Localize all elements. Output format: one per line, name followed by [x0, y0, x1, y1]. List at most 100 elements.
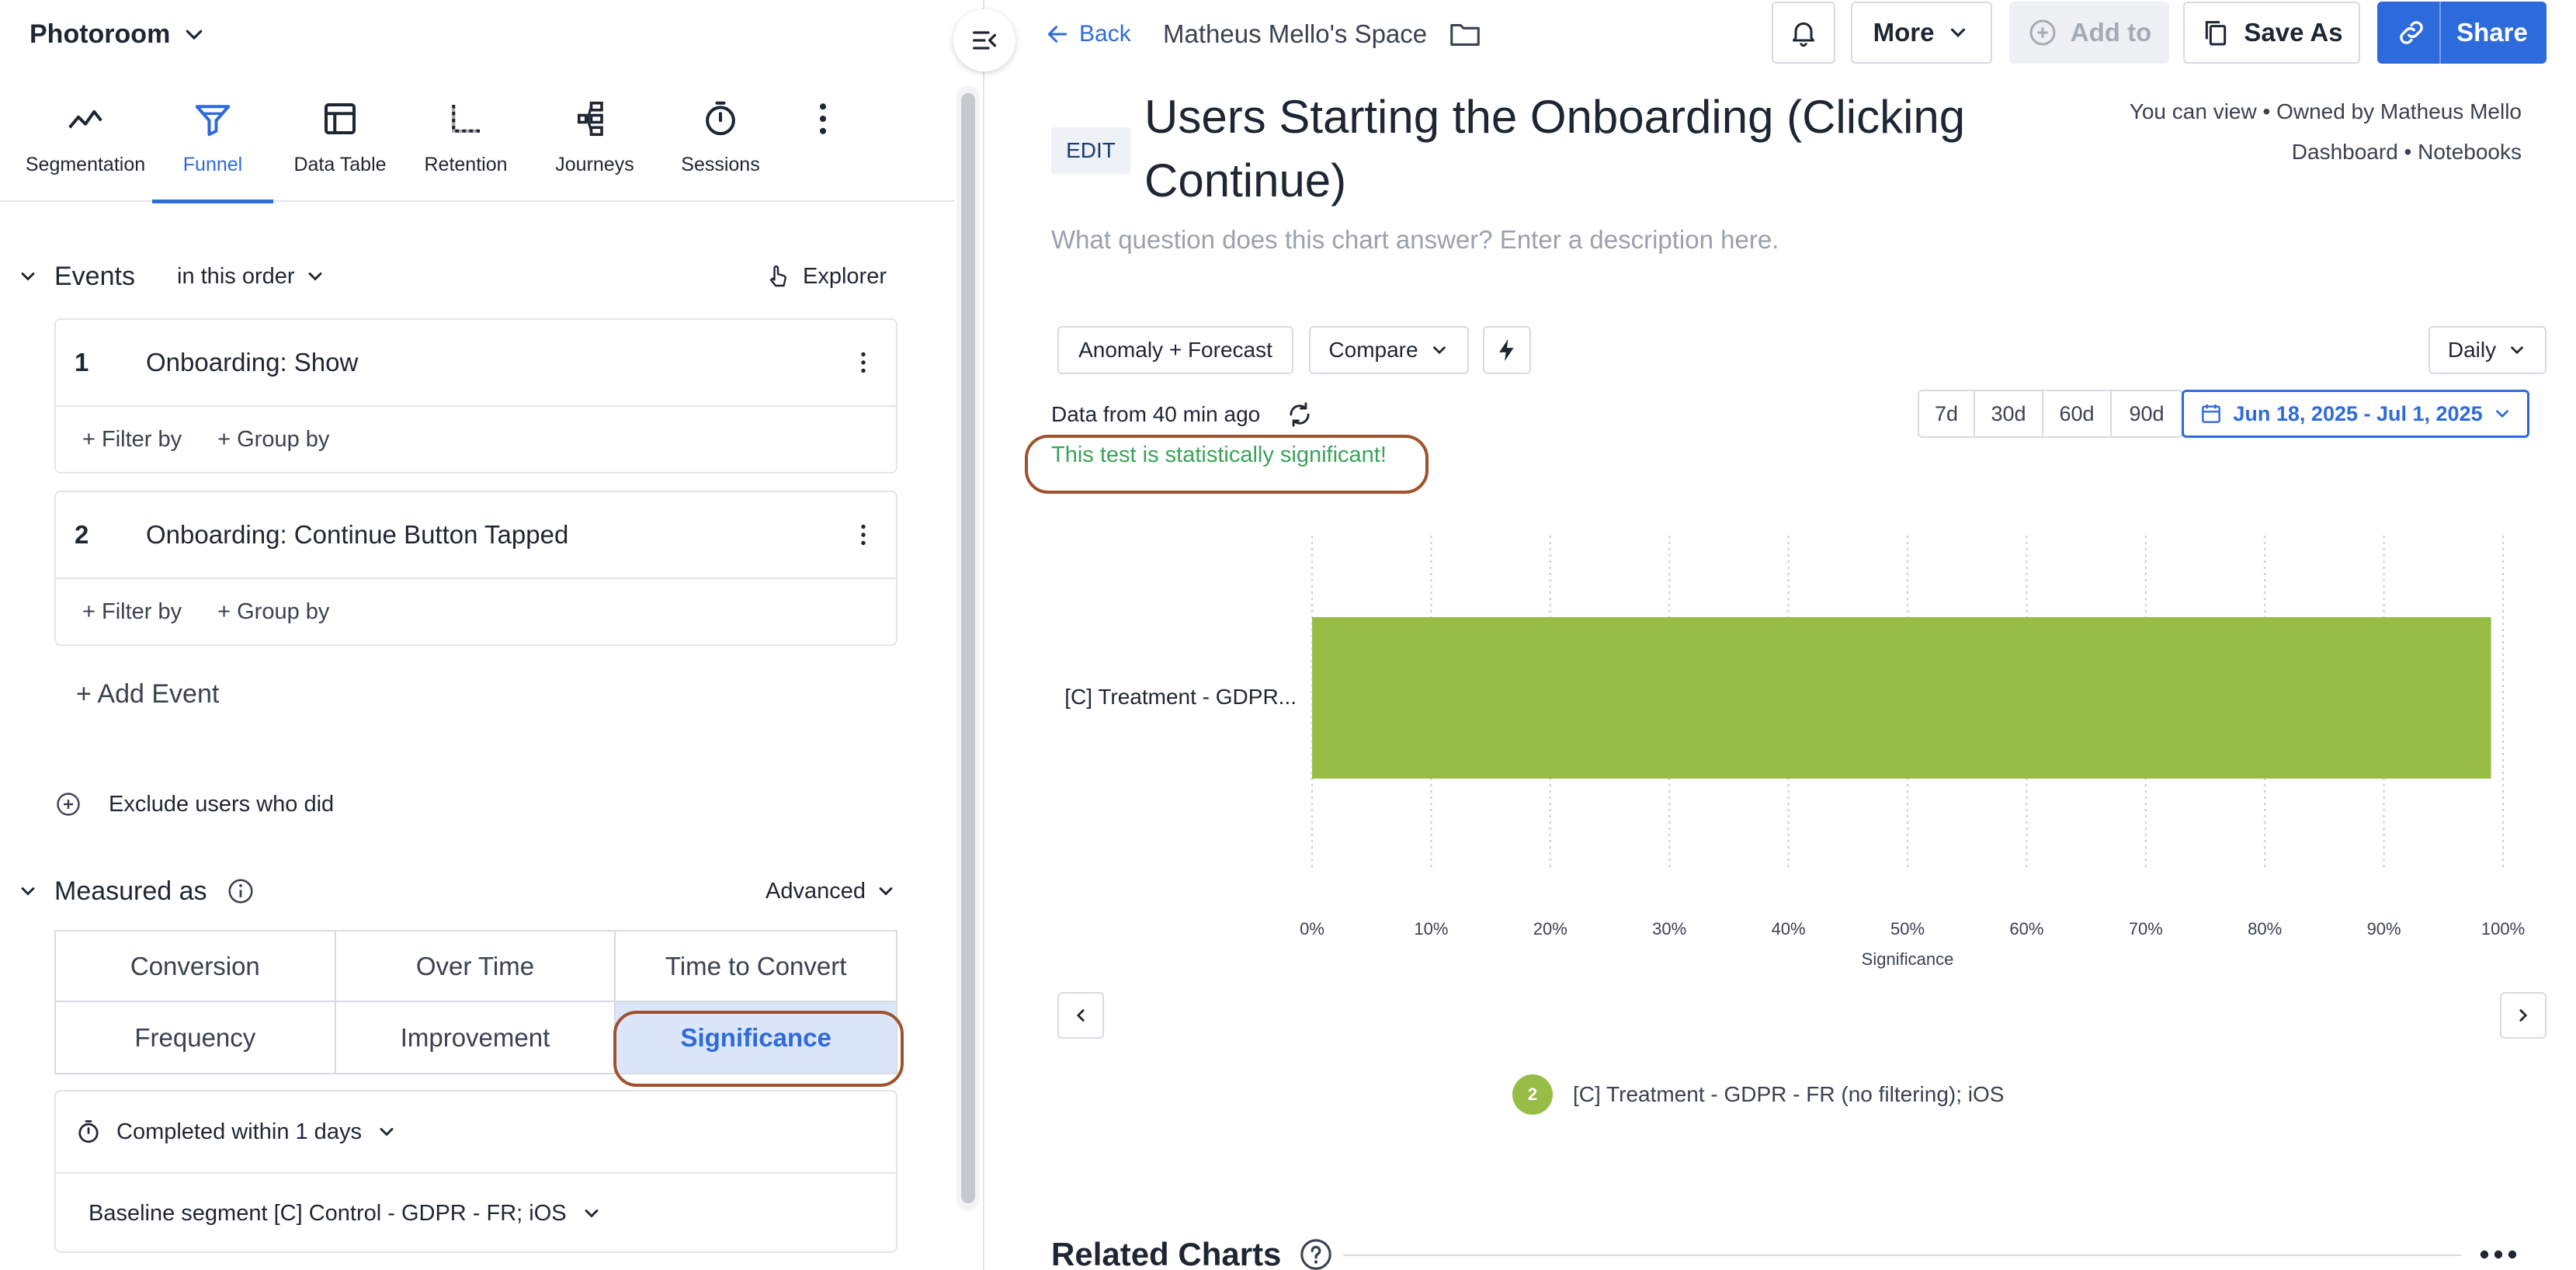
more-label: More — [1873, 18, 1935, 47]
chart-next-button[interactable] — [2500, 992, 2546, 1039]
description-input[interactable]: What question does this chart answer? En… — [1051, 225, 1779, 255]
tab-retention[interactable]: Retention — [411, 85, 520, 202]
app-switcher[interactable]: Photoroom — [30, 16, 206, 53]
compare-dropdown[interactable]: Compare — [1309, 326, 1469, 374]
x-tick-label: 50% — [1890, 919, 1925, 939]
group-by-button[interactable]: + Group by — [217, 599, 329, 625]
quick-insights-button[interactable] — [1483, 326, 1531, 374]
event-order-dropdown[interactable]: in this order — [177, 258, 326, 295]
x-tick-label: 70% — [2129, 919, 2163, 939]
completed-within-dropdown[interactable]: Completed within 1 days — [56, 1091, 896, 1172]
info-icon[interactable] — [226, 876, 255, 906]
anomaly-forecast-button[interactable]: Anomaly + Forecast — [1057, 326, 1293, 374]
chart-title[interactable]: Users Starting the Onboarding (Clicking … — [1144, 85, 2045, 213]
lightning-icon — [1499, 338, 1514, 362]
more-button[interactable]: More — [1851, 2, 1992, 64]
measured-section-header[interactable]: Measured as — [17, 873, 255, 910]
data-from-label: Data from 40 min ago — [1051, 402, 1261, 426]
back-button[interactable]: Back — [1045, 16, 1131, 53]
chart-prev-button[interactable] — [1057, 992, 1104, 1039]
completed-within-label: Completed within 1 days — [116, 1119, 362, 1144]
measure-option-time-to-convert[interactable]: Time to Convert — [616, 932, 896, 1002]
tab-funnel[interactable]: Funnel — [152, 85, 273, 203]
tab-data-table[interactable]: Data Table — [286, 85, 394, 202]
x-tick-label: 30% — [1652, 919, 1686, 939]
events-section-header[interactable]: Events — [17, 258, 135, 295]
range-60d[interactable]: 60d — [2043, 391, 2112, 436]
chevron-down-icon — [585, 1209, 599, 1218]
range-90d[interactable]: 90d — [2112, 391, 2182, 436]
more-horizontal-icon[interactable] — [2477, 1239, 2520, 1270]
data-freshness: Data from 40 min ago — [1051, 399, 1314, 430]
kebab-icon[interactable] — [849, 349, 877, 376]
tab-segmentation[interactable]: Segmentation — [22, 85, 149, 202]
explorer-button[interactable]: Explorer — [764, 258, 887, 295]
ownership-info: You can view • Owned by Matheus Mello Da… — [2130, 92, 2522, 172]
range-30d[interactable]: 30d — [1975, 391, 2043, 436]
help-icon[interactable] — [1298, 1237, 1334, 1270]
calendar-icon — [2202, 404, 2221, 423]
measure-option-over-time[interactable]: Over Time — [335, 932, 616, 1002]
share-button[interactable]: Share — [2377, 2, 2546, 64]
interval-dropdown[interactable]: Daily — [2428, 326, 2546, 374]
event-name: Onboarding: Show — [146, 348, 359, 376]
segmentation-icon — [68, 109, 102, 129]
chevron-down-icon — [308, 272, 321, 281]
save-as-button[interactable]: Save As — [2183, 2, 2360, 64]
more-tools-button[interactable] — [800, 85, 846, 202]
date-range-picker[interactable]: Jun 18, 2025 - Jul 1, 2025 — [2182, 390, 2529, 438]
tab-journeys[interactable]: Journeys — [540, 85, 649, 202]
bell-icon — [1793, 22, 1814, 47]
exclude-users-button[interactable]: Exclude users who did — [54, 786, 334, 823]
advanced-dropdown[interactable]: Advanced — [766, 873, 897, 910]
plus-circle-icon — [2029, 19, 2056, 46]
bar[interactable] — [1312, 617, 2491, 779]
add-event-button[interactable]: + Add Event — [76, 675, 219, 713]
chevron-right-icon — [2519, 1009, 2528, 1022]
notifications-button[interactable] — [1772, 2, 1835, 64]
link-icon — [2400, 21, 2423, 44]
chart-title-line: Users Starting the Onboarding (Clicking — [1144, 91, 1966, 143]
compare-label: Compare — [1328, 338, 1418, 362]
measure-option-conversion[interactable]: Conversion — [56, 932, 336, 1002]
owner-line: You can view • Owned by Matheus Mello — [2129, 99, 2522, 123]
kebab-icon[interactable] — [849, 521, 877, 549]
owner-links[interactable]: Dashboard • Notebooks — [2130, 132, 2522, 172]
app-title: Photoroom — [30, 19, 171, 49]
query-builder-panel: Photoroom Segmentation Funnel Data Table… — [0, 0, 955, 1270]
refresh-icon[interactable] — [1285, 400, 1314, 429]
chevron-down-icon — [21, 272, 35, 281]
explorer-label: Explorer — [803, 263, 887, 289]
chevron-down-icon — [1432, 346, 1446, 355]
x-tick-label: 60% — [2009, 919, 2043, 939]
event-row[interactable]: 1 Onboarding: Show — [56, 320, 896, 407]
chart-legend[interactable]: 2 [C] Treatment - GDPR - FR (no filterin… — [1512, 1074, 2004, 1115]
add-to-button[interactable]: Add to — [2009, 2, 2169, 64]
copy-icon — [2206, 21, 2227, 46]
significance-chart: 0% 10% 20% 30% 40% 50% 60% 70% 80% 90% 100% [C] Tre… — [1064, 536, 2525, 969]
arrow-left-icon — [1047, 26, 1068, 43]
advanced-label: Advanced — [766, 878, 866, 904]
group-by-button[interactable]: + Group by — [217, 427, 329, 453]
divider-line — [1343, 1254, 2461, 1256]
chevron-down-icon — [879, 887, 893, 896]
y-category-label: [C] Treatment - GDPR... — [1064, 685, 1297, 709]
tab-label: Sessions — [681, 154, 760, 175]
tab-label: Retention — [424, 154, 508, 175]
edit-button[interactable]: EDIT — [1051, 127, 1130, 174]
chevron-down-icon — [2495, 410, 2508, 418]
event-row[interactable]: 2 Onboarding: Continue Button Tapped — [56, 492, 896, 579]
add-event-label: + Add Event — [76, 678, 220, 709]
measure-option-improvement[interactable]: Improvement — [336, 1002, 616, 1073]
tab-sessions[interactable]: Sessions — [666, 85, 775, 202]
back-label: Back — [1079, 21, 1131, 47]
filter-by-button[interactable]: + Filter by — [82, 427, 182, 453]
baseline-segment-dropdown[interactable]: Baseline segment [C] Control - GDPR - FR… — [56, 1172, 896, 1253]
collapse-panel-button[interactable] — [953, 9, 1015, 71]
left-panel-scroll-thumb[interactable] — [961, 93, 975, 1203]
measure-option-frequency[interactable]: Frequency — [56, 1002, 336, 1073]
filter-by-button[interactable]: + Filter by — [82, 599, 182, 625]
exclude-label: Exclude users who did — [109, 791, 335, 817]
range-7d[interactable]: 7d — [1919, 391, 1975, 436]
space-breadcrumb[interactable]: Matheus Mello's Space — [1163, 16, 1483, 53]
